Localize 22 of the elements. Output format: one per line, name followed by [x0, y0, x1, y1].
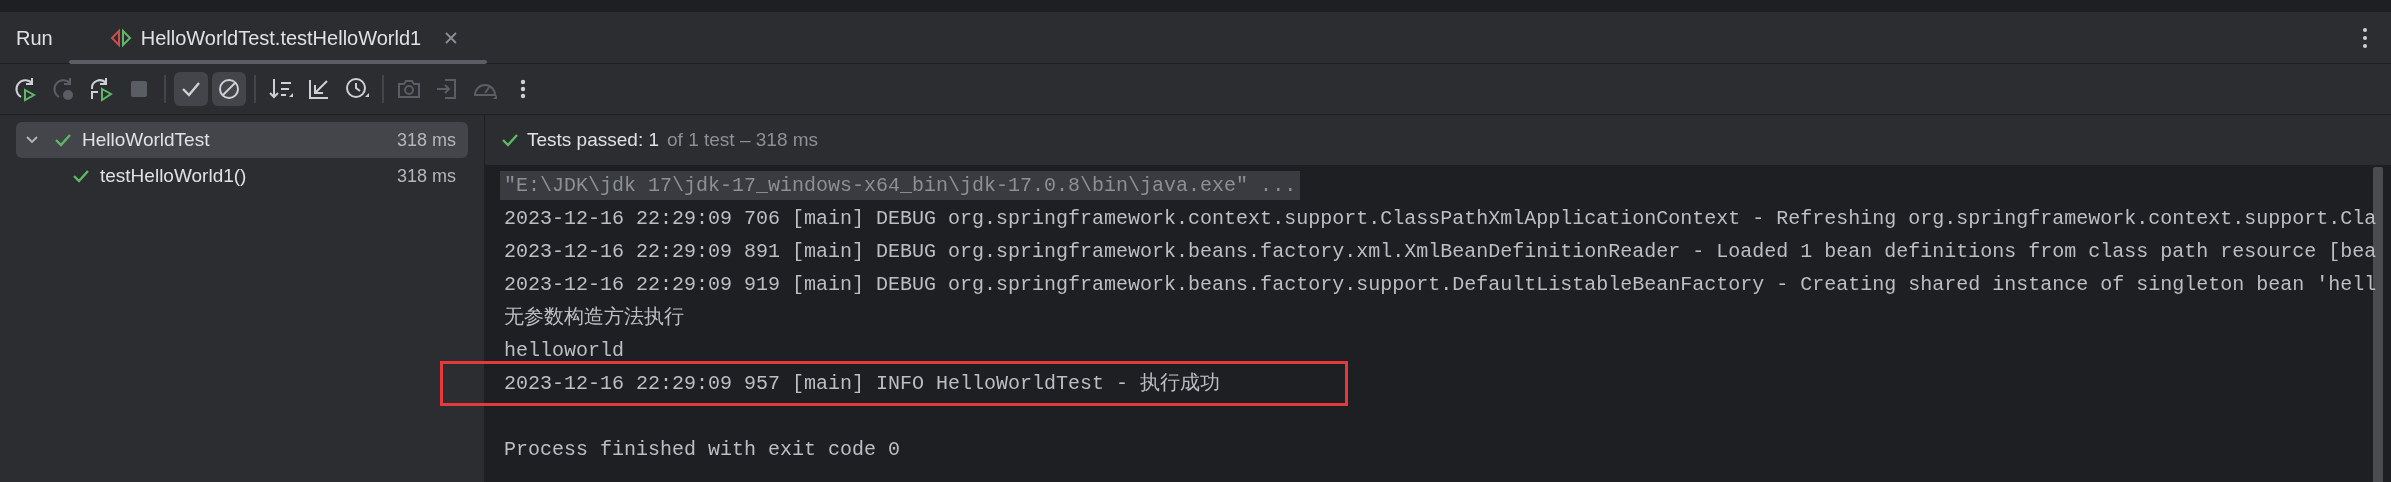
more-icon[interactable] — [2361, 25, 2369, 50]
checkmark-button[interactable] — [174, 72, 208, 106]
console-line: Process finished with exit code 0 — [504, 438, 901, 461]
more-icon — [520, 79, 526, 99]
console-line: 2023-12-16 22:29:09 957 [main] INFO HelloWorldTest - 执行成功 — [504, 372, 1221, 395]
console-line: helloworld — [504, 339, 625, 362]
test-duration: 318 ms — [396, 164, 456, 188]
console-line: 2023-12-16 22:29:09 706 [main] DEBUG org.springframework.context.support.ClassPathXmlApplicationContext - Refreshing org.springframework.context.support.Cla — [504, 207, 2377, 230]
test-name: HelloWorldTest — [82, 127, 210, 152]
tree-row[interactable]: HelloWorldTest 318 ms — [16, 122, 468, 158]
console-line: 2023-12-16 22:29:09 919 [main] DEBUG org.springframework.beans.factory.support.DefaultListableBeanFactory - Creating shared instance of singleton bean 'hell — [504, 273, 2377, 296]
summary-detail: of 1 test – 318 ms — [667, 127, 819, 152]
test-duration: 318 ms — [396, 128, 456, 152]
tree-row[interactable]: testHelloWorld1() 318 ms — [16, 158, 468, 194]
test-name: testHelloWorld1() — [100, 163, 247, 188]
run-tab[interactable]: HelloWorldTest.testHelloWorld1 — [68, 11, 488, 64]
tool-window-title: Run — [15, 25, 54, 51]
ignored-button[interactable] — [212, 72, 246, 106]
console-line: 2023-12-16 22:29:09 891 [main] DEBUG org.springframework.beans.factory.xml.XmlBeanDefinitionReader - Loaded 1 bean definitions from class path resource [bea — [504, 240, 2377, 263]
summary-text: Tests passed: 1 — [527, 127, 660, 152]
console-line: 无参数构造方法执行 — [504, 306, 684, 329]
test-icon — [108, 27, 133, 48]
